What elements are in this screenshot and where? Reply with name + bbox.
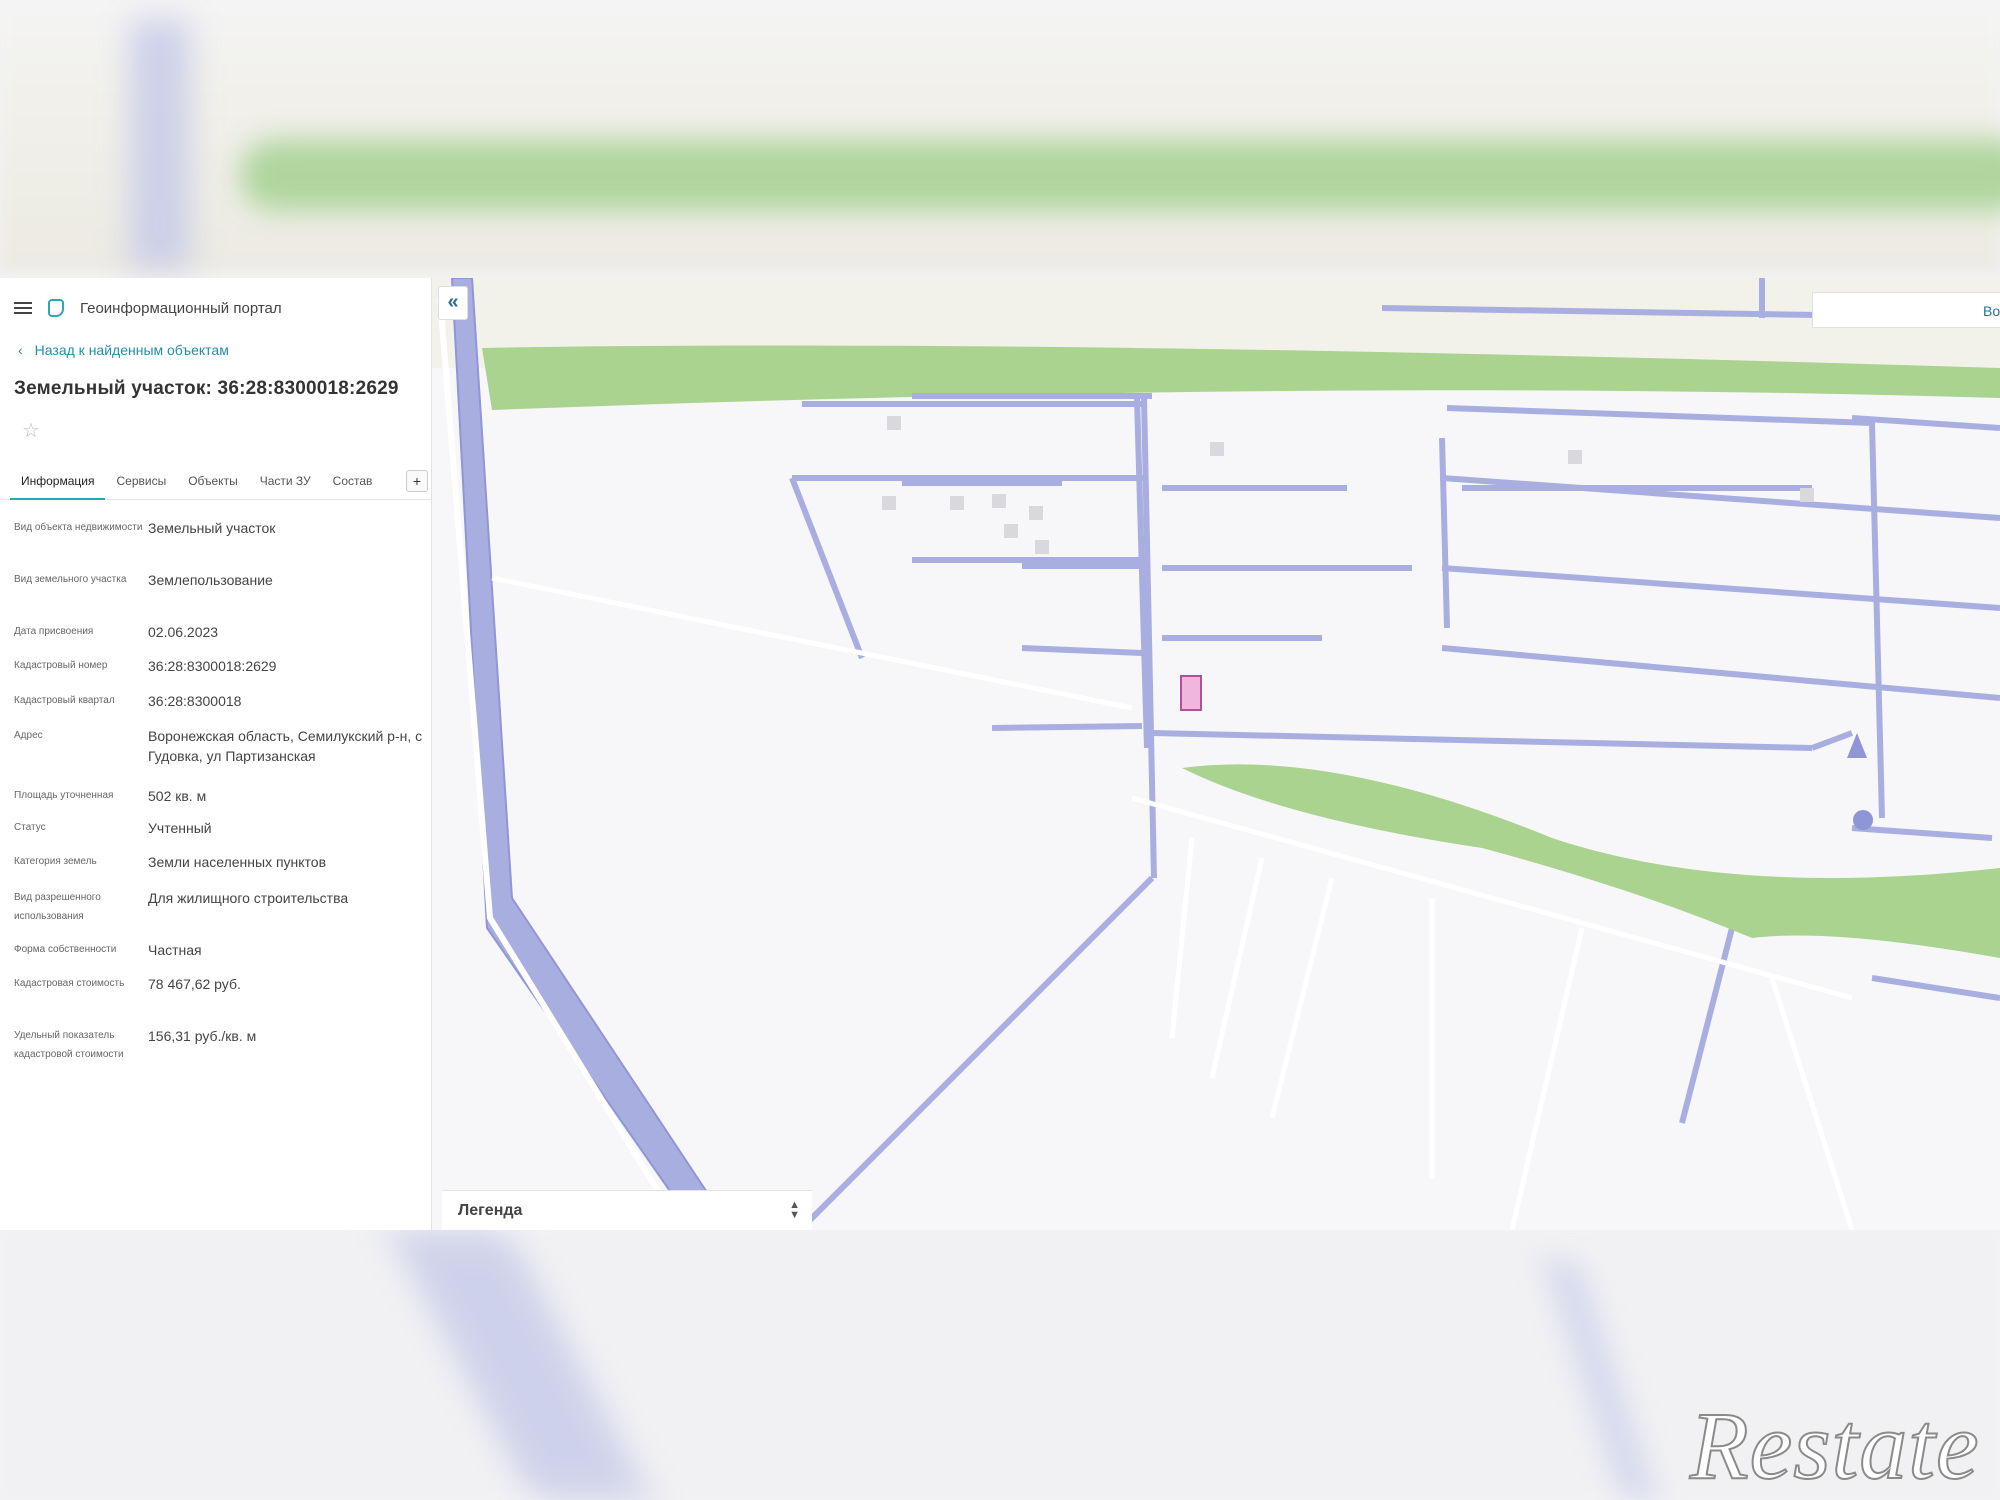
map-search-input[interactable]: Во [1812,292,2000,328]
star-icon[interactable]: ☆ [22,418,40,443]
property-label: Кадастровый квартал [14,695,115,706]
portal-title: Геоинформационный портал [80,299,282,317]
property-label: Статус [14,822,46,833]
blurred-top-road [130,20,190,270]
property-label: Удельный показатель кадастровой стоимост… [14,1030,124,1060]
property-row: Дата присвоения 02.06.2023 [14,622,424,642]
property-row: Вид объекта недвижимости Земельный участ… [14,518,424,538]
property-value: Частная [148,942,202,958]
property-row: Адрес Воронежская область, Семилукский р… [14,726,424,766]
object-title: Земельный участок: 36:28:8300018:2629 [14,378,399,399]
property-label: Кадастровая стоимость [14,978,125,989]
portal-logo-icon [48,299,64,317]
property-value: 36:28:8300018:2629 [148,658,277,674]
selected-parcel[interactable] [1180,675,1202,711]
info-panel: Геоинформационный портал ‹ Назад к найде… [0,278,432,1230]
property-value: 78 467,62 руб. [148,976,241,992]
chevron-left-icon: ‹ [18,342,23,358]
map-view[interactable] [432,278,2000,1230]
property-label: Вид земельного участка [14,574,127,585]
property-value: 156,31 руб./кв. м [148,1028,257,1044]
property-row: Удельный показатель кадастровой стоимост… [14,1026,424,1064]
property-label: Вид разрешенного использования [14,892,101,922]
map-canvas[interactable] [432,278,2000,1230]
property-row: Статус Учтенный [14,818,424,838]
back-link-label: Назад к найденным объектам [34,342,229,358]
property-label: Адрес [14,730,43,741]
property-row: Категория земель Земли населенных пункто… [14,852,424,872]
tab-services[interactable]: Сервисы [105,464,177,500]
menu-icon[interactable] [14,301,32,315]
property-value: Землепользование [148,572,273,588]
property-value: 02.06.2023 [148,624,219,640]
top-bar: Геоинформационный портал [14,294,282,322]
property-row: Кадастровая стоимость 78 467,62 руб. [14,974,424,994]
blurred-top-background [0,0,2000,272]
sort-arrows-icon: ▲ ▼ [789,1199,800,1221]
property-row: Форма собственности Частная [14,940,424,960]
tab-objects[interactable]: Объекты [177,464,249,500]
back-to-results-link[interactable]: ‹ Назад к найденным объектам [18,342,229,358]
property-value: Земли населенных пунктов [148,854,327,870]
legend-toggle[interactable]: Легенда ▲ ▼ [442,1190,812,1230]
property-value: 36:28:8300018 [148,693,242,709]
blurred-top-green [240,140,2000,210]
property-value: Для жилищного строительства [148,890,349,906]
property-value: 502 кв. м [148,788,207,804]
property-label: Форма собственности [14,944,117,955]
property-label: Дата присвоения [14,626,94,637]
plus-icon[interactable]: + [406,470,428,492]
property-row: Кадастровый номер 36:28:8300018:2629 [14,656,424,676]
property-row: Вид разрешенного использования Для жилищ… [14,888,424,926]
restate-watermark-logo: Restate [1689,1391,1980,1500]
street-network [789,278,2000,1230]
location-pin-icon[interactable] [1853,810,1873,830]
geoportal-app: Геоинформационный портал ‹ Назад к найде… [0,278,2000,1230]
property-row: Вид земельного участка Землепользование [14,570,424,590]
tab-composition[interactable]: Состав [322,464,384,500]
secondary-roads [491,575,1855,1230]
tab-info[interactable]: Информация [10,464,106,500]
property-label: Вид объекта недвижимости [14,522,143,533]
property-row: Площадь уточненная 502 кв. м [14,786,424,806]
property-label: Кадастровый номер [14,660,108,671]
property-value: Учтенный [148,820,212,836]
property-value: Земельный участок [148,520,276,536]
tab-parts[interactable]: Части ЗУ [249,464,322,500]
property-label: Площадь уточненная [14,790,114,801]
property-value: Воронежская область, Семилукский р-н, с … [148,728,423,764]
green-area-bottom [1182,764,2000,958]
tab-bar: Информация Сервисы Объекты Части ЗУ Сост… [0,464,432,500]
collapse-icon[interactable]: « [438,286,468,320]
property-label: Категория земель [14,856,97,867]
property-row: Кадастровый квартал 36:28:8300018 [14,691,424,711]
legend-label: Легенда [458,1201,523,1219]
